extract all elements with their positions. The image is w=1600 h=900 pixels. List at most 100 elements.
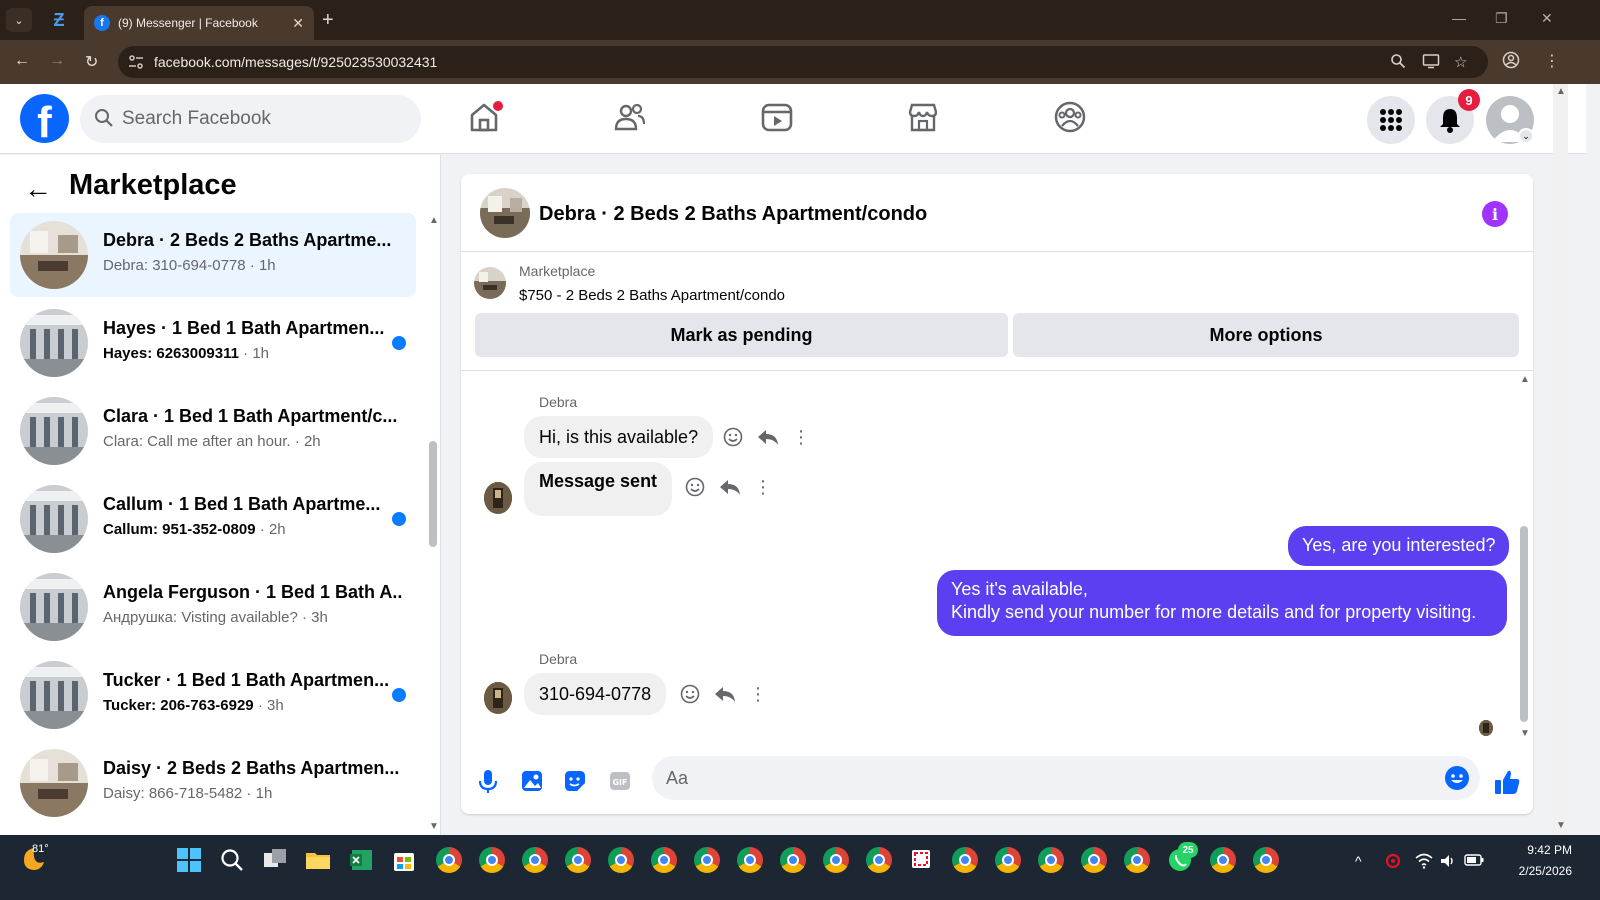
page-scroll-up-icon[interactable]: ▲ xyxy=(1556,86,1566,97)
conversation-item[interactable]: Clara · 1 Bed 1 Bath Apartment/c... Clara… xyxy=(10,389,416,473)
chrome-icon[interactable] xyxy=(479,847,505,873)
tab-close-icon[interactable]: ✕ xyxy=(292,15,304,32)
clock-time[interactable]: 9:42 PM xyxy=(1508,843,1572,857)
site-info-icon[interactable] xyxy=(128,54,144,70)
scroll-up-icon[interactable]: ▲ xyxy=(429,215,439,226)
chrome-icon[interactable] xyxy=(780,847,806,873)
conversation-item[interactable]: Callum · 1 Bed 1 Bath Apartme... Callum: … xyxy=(10,477,416,561)
back-icon[interactable]: ← xyxy=(14,52,30,70)
groups-icon[interactable] xyxy=(1053,100,1087,134)
chrome-icon[interactable] xyxy=(1081,847,1107,873)
search-input[interactable] xyxy=(122,95,402,143)
chat-scroll-down-icon[interactable]: ▼ xyxy=(1520,728,1530,739)
marketplace-icon[interactable] xyxy=(906,100,940,134)
conversation-item[interactable]: Angela Ferguson · 1 Bed 1 Bath A... Андру… xyxy=(10,565,416,649)
chrome-icon[interactable] xyxy=(651,847,677,873)
listing-thumbnail[interactable] xyxy=(480,188,530,238)
facebook-logo-icon[interactable]: f xyxy=(20,94,69,143)
page-scrollbar[interactable]: ▲ ▼ xyxy=(1553,84,1568,835)
chrome-icon[interactable] xyxy=(823,847,849,873)
microsoft-store-icon[interactable] xyxy=(391,847,417,873)
more-options-button[interactable]: More options xyxy=(1013,313,1519,357)
reload-icon[interactable]: ↻ xyxy=(85,52,98,72)
thumbs-up-icon[interactable] xyxy=(1493,768,1520,794)
forward-icon[interactable]: → xyxy=(49,52,65,70)
conversation-item[interactable]: Tucker · 1 Bed 1 Bath Apartmen... Tucker:… xyxy=(10,653,416,737)
reply-icon[interactable] xyxy=(719,476,741,498)
conversation-item[interactable]: Daisy · 2 Beds 2 Baths Apartmen... Daisy:… xyxy=(10,741,416,825)
chrome-icon[interactable] xyxy=(1038,847,1064,873)
snipping-tool-icon[interactable] xyxy=(909,847,935,873)
list-scrollbar-thumb[interactable] xyxy=(429,441,437,547)
more-actions-icon[interactable]: ⋮ xyxy=(752,476,774,498)
chat-scroll-up-icon[interactable]: ▲ xyxy=(1520,374,1530,385)
account-caret-icon[interactable]: ⌄ xyxy=(1518,128,1534,144)
windows-start-icon[interactable] xyxy=(176,847,202,873)
profile-icon[interactable] xyxy=(1502,51,1520,74)
zoom-icon[interactable] xyxy=(1390,53,1406,73)
battery-icon[interactable] xyxy=(1464,853,1484,870)
taskbar-search-icon[interactable] xyxy=(219,847,245,873)
chrome-icon[interactable] xyxy=(995,847,1021,873)
new-tab-icon[interactable]: + xyxy=(322,9,334,32)
bookmark-star-icon[interactable]: ☆ xyxy=(1454,53,1467,71)
watch-icon[interactable] xyxy=(760,100,794,134)
clock-date[interactable]: 2/25/2026 xyxy=(1494,864,1572,878)
address-bar[interactable]: facebook.com/messages/t/925023530032431 … xyxy=(118,46,1488,78)
page-scroll-down-icon[interactable]: ▼ xyxy=(1556,820,1566,831)
minimize-icon[interactable]: — xyxy=(1452,10,1466,26)
chrome-icon[interactable] xyxy=(522,847,548,873)
react-icon[interactable] xyxy=(684,476,706,498)
task-view-icon[interactable] xyxy=(262,847,288,873)
chrome-icon[interactable] xyxy=(436,847,462,873)
restore-icon[interactable]: ❐ xyxy=(1495,10,1508,27)
chrome-icon[interactable] xyxy=(737,847,763,873)
react-icon[interactable] xyxy=(679,683,701,705)
tab-list-icon[interactable]: ⌄ xyxy=(6,8,32,32)
conversation-item[interactable]: Hayes · 1 Bed 1 Bath Apartmen... Hayes: 6… xyxy=(10,301,416,385)
message-bubble-outgoing[interactable]: Yes, are you interested? xyxy=(1288,526,1510,566)
friends-icon[interactable] xyxy=(613,100,647,134)
cast-icon[interactable] xyxy=(1422,53,1440,73)
message-input[interactable] xyxy=(666,756,1436,800)
chrome-icon[interactable] xyxy=(866,847,892,873)
message-input-field[interactable] xyxy=(652,756,1480,800)
browser-tab[interactable]: f (9) Messenger | Facebook ✕ xyxy=(84,6,314,40)
emoji-icon[interactable] xyxy=(1444,765,1470,791)
sender-avatar[interactable] xyxy=(484,682,512,714)
chrome-icon[interactable] xyxy=(952,847,978,873)
excel-app-icon[interactable] xyxy=(348,847,374,873)
chrome-icon[interactable] xyxy=(1253,847,1279,873)
reply-icon[interactable] xyxy=(714,683,736,705)
listing-price[interactable]: $750 - 2 Beds 2 Baths Apartment/condo xyxy=(519,287,785,304)
chrome-icon[interactable] xyxy=(694,847,720,873)
sender-avatar[interactable] xyxy=(484,482,512,514)
edge-extension-icon[interactable]: Ƶ xyxy=(48,9,70,31)
chrome-icon[interactable] xyxy=(608,847,634,873)
menu-grid-button[interactable] xyxy=(1367,96,1415,144)
message-bubble-incoming[interactable]: Hi, is this available? xyxy=(524,416,714,458)
sticker-icon[interactable] xyxy=(562,768,588,794)
chrome-icon[interactable] xyxy=(1124,847,1150,873)
info-icon[interactable]: i xyxy=(1482,201,1508,227)
chat-title[interactable]: Debra · 2 Beds 2 Baths Apartment/condo xyxy=(539,203,927,226)
gif-icon[interactable]: GIF xyxy=(607,768,633,794)
scroll-down-icon[interactable]: ▼ xyxy=(429,821,439,832)
file-explorer-icon[interactable] xyxy=(305,847,331,873)
more-actions-icon[interactable]: ⋮ xyxy=(790,426,812,448)
menu-icon[interactable]: ⋮ xyxy=(1544,51,1560,71)
conversation-item[interactable]: Debra · 2 Beds 2 Baths Apartme... Debra: … xyxy=(10,213,416,297)
chrome-icon[interactable] xyxy=(565,847,591,873)
message-bubble-outgoing[interactable]: Yes it's available, Kindly send your num… xyxy=(937,570,1507,636)
chat-scrollbar-thumb[interactable] xyxy=(1520,526,1528,722)
search-bar[interactable] xyxy=(80,95,421,143)
message-bubble-incoming[interactable]: Message sent xyxy=(524,462,673,516)
message-bubble-incoming[interactable]: 310-694-0778 xyxy=(524,673,667,715)
react-icon[interactable] xyxy=(722,426,744,448)
more-actions-icon[interactable]: ⋮ xyxy=(747,683,769,705)
close-window-icon[interactable]: ✕ xyxy=(1541,10,1553,27)
mark-as-pending-button[interactable]: Mark as pending xyxy=(475,313,1008,357)
back-arrow-icon[interactable]: ← xyxy=(24,173,52,205)
show-hidden-icons-icon[interactable]: ^ xyxy=(1355,853,1362,869)
photo-icon[interactable] xyxy=(519,768,545,794)
